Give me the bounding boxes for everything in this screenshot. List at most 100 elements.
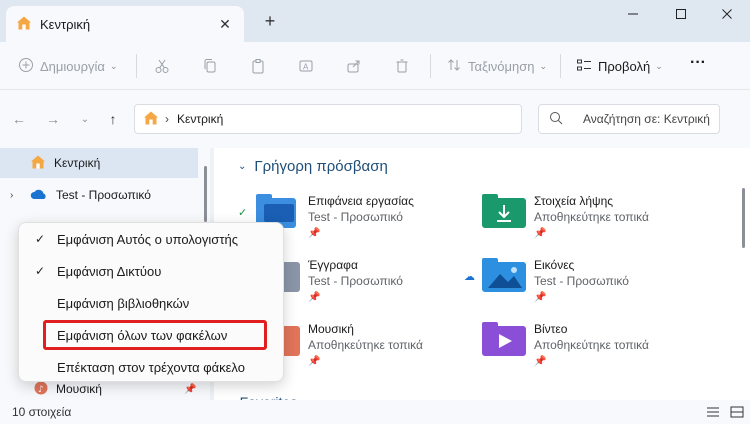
copy-icon[interactable] xyxy=(202,54,218,78)
item-location: Test - Προσωπικό xyxy=(308,274,403,288)
address-row: ← → ⌄ ↑ › Κεντρική ⌄ ↻ Αναζήτηση σε: Κεν… xyxy=(0,90,750,148)
view-options-icon xyxy=(576,57,592,76)
recent-chevron-icon[interactable]: ⌄ xyxy=(76,110,94,128)
item-count: 10 στοιχεία xyxy=(12,405,72,419)
details-view-icon[interactable] xyxy=(706,406,720,418)
address-bar[interactable]: › Κεντρική ⌄ ↻ xyxy=(134,104,644,134)
search-placeholder: Αναζήτηση σε: Κεντρική xyxy=(583,112,710,126)
item-name: Βίντεο xyxy=(534,322,568,336)
quick-access-pictures[interactable]: ☁ Εικόνες Test - Προσωπικό 📌 xyxy=(464,256,702,308)
add-circle-icon xyxy=(18,57,34,76)
item-location: Αποθηκεύτηκε τοπικά xyxy=(534,210,649,224)
navigation-pane-context-menu: ✓ Εμφάνιση Αυτός ο υπολογιστής ✓ Εμφάνισ… xyxy=(18,222,284,382)
quick-access-downloads[interactable]: Στοιχεία λήψης Αποθηκεύτηκε τοπικά 📌 xyxy=(482,192,702,244)
chevron-down-icon: ⌄ xyxy=(655,60,663,71)
sort-label: Ταξινόμηση xyxy=(468,58,535,74)
pin-icon: 📌 xyxy=(534,356,547,367)
downloads-folder-icon xyxy=(482,194,526,230)
new-button[interactable]: Δημιουργία ⌄ xyxy=(18,54,117,78)
item-name: Έγγραφα xyxy=(308,258,358,272)
status-bar: 10 στοιχεία xyxy=(0,400,750,424)
command-bar: Δημιουργία ⌄ A Ταξινόμηση ⌄ Προβολή ⌄ ··… xyxy=(0,42,750,90)
pin-icon: 📌 xyxy=(308,228,321,239)
pin-icon: 📌 xyxy=(308,356,321,367)
window-close-icon[interactable] xyxy=(704,0,750,28)
item-location: Test - Προσωπικό xyxy=(534,274,629,288)
sidebar-item-label: Μουσική xyxy=(56,382,102,396)
quick-access-videos[interactable]: Βίντεο Αποθηκεύτηκε τοπικά 📌 xyxy=(482,320,702,372)
sidebar-item-onedrive[interactable]: › Test - Προσωπικό xyxy=(0,180,198,210)
menu-item-label: Εμφάνιση Αυτός ο υπολογιστής xyxy=(57,231,238,247)
back-arrow-icon[interactable]: ← xyxy=(10,110,28,128)
section-title: Γρήγορη πρόσβαση xyxy=(254,158,388,175)
sort-button[interactable]: Ταξινόμηση ⌄ xyxy=(446,54,547,78)
item-location: Αποθηκεύτηκε τοπικά xyxy=(534,338,649,352)
pictures-folder-icon xyxy=(482,258,526,294)
tab-home[interactable]: Κεντρική ✕ xyxy=(6,6,244,42)
content-pane: ⌄ Γρήγορη πρόσβαση ✓ Επιφάνεια εργασίας … xyxy=(214,148,750,410)
search-input[interactable]: Αναζήτηση σε: Κεντρική xyxy=(538,104,720,134)
check-icon: ✓ xyxy=(35,264,46,278)
nav-scrollbar[interactable] xyxy=(204,166,207,222)
item-location: Αποθηκεύτηκε τοπικά xyxy=(308,338,423,352)
more-options-icon[interactable]: ··· xyxy=(690,51,706,75)
sidebar-item-label: Test - Προσωπικό xyxy=(56,188,151,202)
check-icon: ✓ xyxy=(35,232,46,246)
home-icon xyxy=(16,15,32,34)
title-bar: Κεντρική ✕ + xyxy=(0,0,750,42)
menu-item-label: Εμφάνιση Δικτύου xyxy=(57,263,162,279)
menu-item-expand-to-current-folder[interactable]: Επέκταση στον τρέχοντα φάκελο xyxy=(19,351,285,383)
content-scrollbar[interactable] xyxy=(742,188,745,248)
pin-icon: 📌 xyxy=(534,292,547,303)
sidebar-item-home[interactable]: Κεντρική xyxy=(0,148,198,178)
tab-title: Κεντρική xyxy=(40,16,91,32)
item-location: Test - Προσωπικό xyxy=(308,210,403,224)
new-label: Δημιουργία xyxy=(40,58,105,74)
paste-icon[interactable] xyxy=(250,54,266,78)
tiles-view-icon[interactable] xyxy=(730,406,744,418)
view-button[interactable]: Προβολή ⌄ xyxy=(576,54,663,78)
chevron-down-icon: ⌄ xyxy=(109,60,118,71)
sidebar-item-label: Κεντρική xyxy=(54,156,101,170)
share-icon[interactable] xyxy=(346,54,362,78)
music-icon: ♪ xyxy=(34,381,48,398)
quick-access-header[interactable]: ⌄ Γρήγορη πρόσβαση xyxy=(238,158,388,175)
rename-icon[interactable]: A xyxy=(298,54,314,78)
delete-icon[interactable] xyxy=(394,54,410,78)
cloud-status-icon: ☁ xyxy=(464,271,475,283)
chevron-down-icon: ⌄ xyxy=(539,60,547,71)
search-icon xyxy=(549,111,563,128)
synced-check-icon: ✓ xyxy=(238,207,248,219)
item-name: Επιφάνεια εργασίας xyxy=(308,194,414,208)
quick-access-music[interactable]: Μουσική Αποθηκεύτηκε τοπικά 📌 xyxy=(256,320,476,372)
toolbar-divider xyxy=(430,54,431,78)
item-name: Εικόνες xyxy=(534,258,575,272)
quick-access-documents[interactable]: Έγγραφα Test - Προσωπικό 📌 xyxy=(256,256,476,308)
minimize-icon[interactable] xyxy=(610,0,656,28)
view-label: Προβολή xyxy=(598,58,651,74)
pin-icon: 📌 xyxy=(184,383,197,395)
breadcrumb[interactable]: Κεντρική xyxy=(177,112,223,126)
pin-icon: 📌 xyxy=(308,292,321,303)
home-icon xyxy=(143,110,159,129)
forward-arrow-icon[interactable]: → xyxy=(44,110,62,128)
menu-item-show-network[interactable]: ✓ Εμφάνιση Δικτύου xyxy=(19,255,285,287)
sort-icon xyxy=(446,57,462,76)
maximize-icon[interactable] xyxy=(658,0,704,28)
cut-icon[interactable] xyxy=(154,54,170,78)
item-name: Μουσική xyxy=(308,322,354,336)
home-icon xyxy=(30,154,46,173)
highlight-box xyxy=(43,320,267,350)
up-arrow-icon[interactable]: ↑ xyxy=(104,110,122,128)
menu-item-label: Επέκταση στον τρέχοντα φάκελο xyxy=(57,359,245,375)
menu-item-show-this-pc[interactable]: ✓ Εμφάνιση Αυτός ο υπολογιστής xyxy=(19,223,285,255)
menu-item-label: Εμφάνιση βιβλιοθηκών xyxy=(57,295,190,311)
plus-icon[interactable]: + xyxy=(260,11,280,31)
close-icon[interactable]: ✕ xyxy=(216,15,234,33)
breadcrumb-separator-icon: › xyxy=(165,112,169,126)
toolbar-divider xyxy=(560,54,561,78)
quick-access-desktop[interactable]: ✓ Επιφάνεια εργασίας Test - Προσωπικό 📌 xyxy=(238,192,476,244)
videos-folder-icon xyxy=(482,322,526,358)
menu-item-show-libraries[interactable]: Εμφάνιση βιβλιοθηκών xyxy=(19,287,285,319)
chevron-right-icon[interactable]: › xyxy=(10,190,13,201)
